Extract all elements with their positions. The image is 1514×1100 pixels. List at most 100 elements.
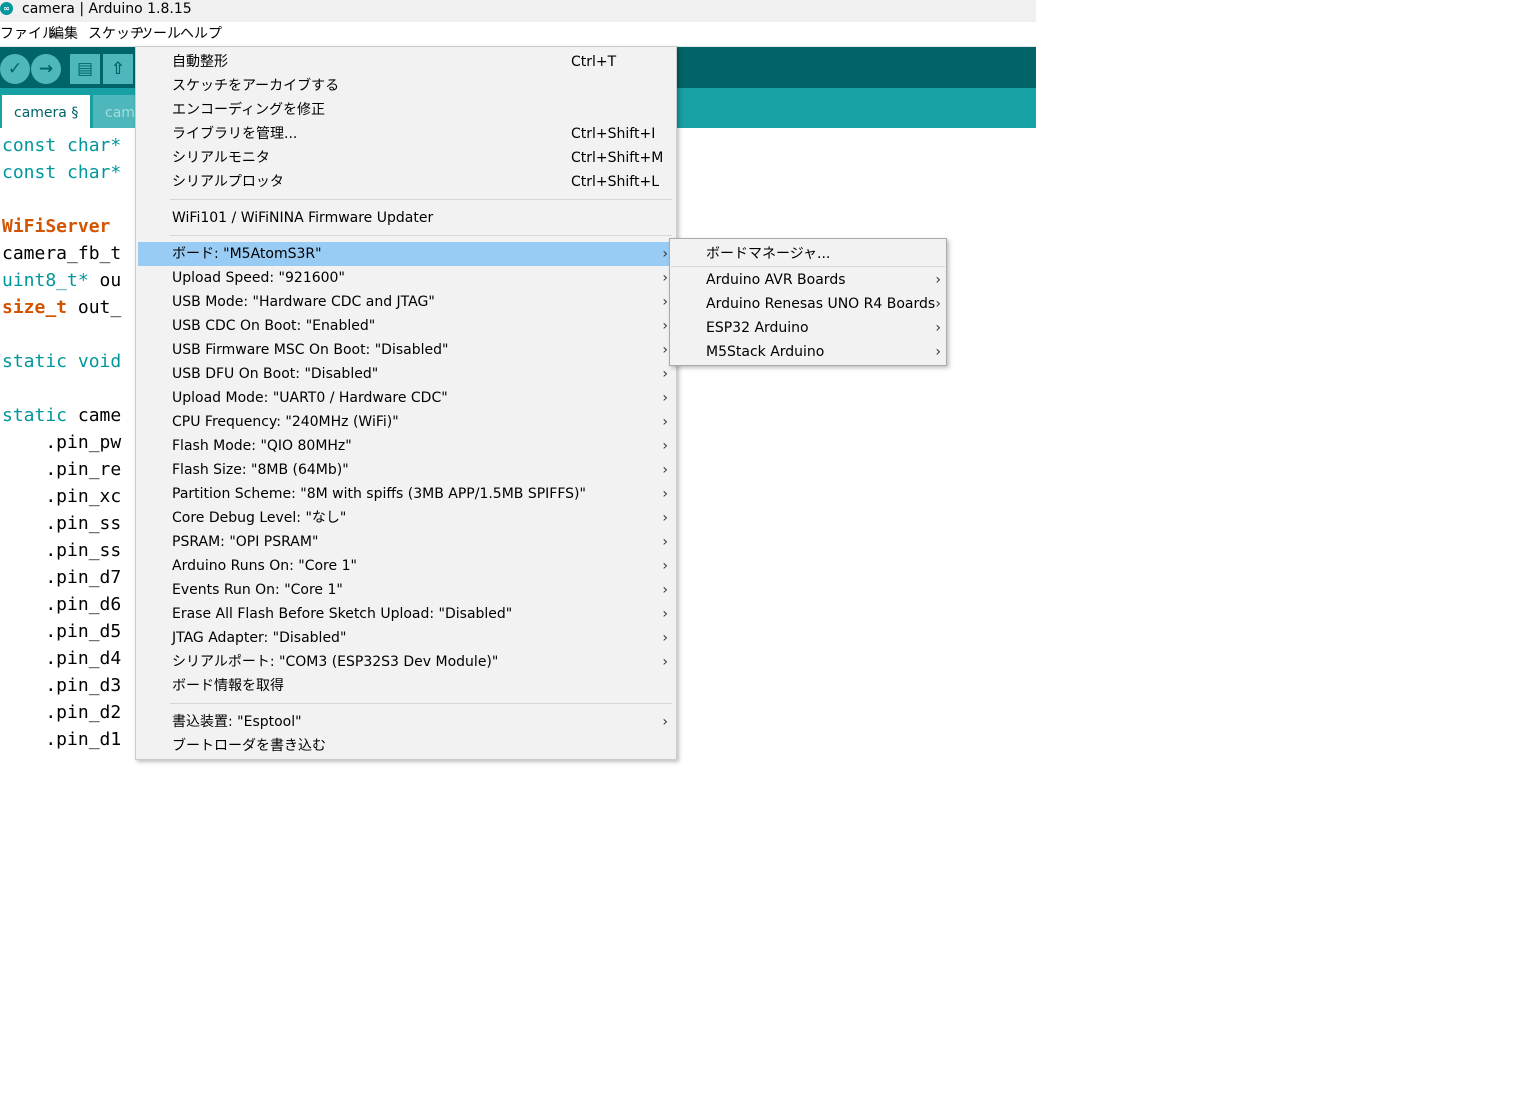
menu-item-psram-opi-psram[interactable]: PSRAM: "OPI PSRAM" › bbox=[138, 530, 674, 554]
code-token: .pin_d4 bbox=[2, 648, 122, 669]
menu-item-entry[interactable]: ボード情報を取得 bbox=[138, 674, 674, 698]
code-line: const char* bbox=[2, 162, 121, 184]
submenu-item-m5stack-arduino[interactable]: M5Stack Arduino › bbox=[671, 340, 945, 364]
submenu-item-arduino-avr-boards[interactable]: Arduino AVR Boards › bbox=[671, 268, 945, 292]
verify-button[interactable]: ✓ bbox=[0, 54, 30, 84]
menu-sketch[interactable]: スケッチ bbox=[88, 25, 144, 43]
menu-item-usb-firmware-msc-on-boot-disabled[interactable]: USB Firmware MSC On Boot: "Disabled" › bbox=[138, 338, 674, 362]
menu-item-upload-mode-uart0-hardware-cdc[interactable]: Upload Mode: "UART0 / Hardware CDC" › bbox=[138, 386, 674, 410]
code-line: .pin_d3 bbox=[2, 675, 121, 697]
chevron-right-icon: › bbox=[662, 414, 668, 430]
menu-edit[interactable]: 編集 bbox=[50, 25, 78, 43]
menu-item-usb-cdc-on-boot-enabled[interactable]: USB CDC On Boot: "Enabled" › bbox=[138, 314, 674, 338]
chevron-right-icon: › bbox=[935, 320, 941, 336]
menu-item-shortcut: Ctrl+Shift+I bbox=[571, 126, 656, 142]
chevron-right-icon: › bbox=[662, 438, 668, 454]
chevron-right-icon: › bbox=[662, 390, 668, 406]
code-token: camera_fb_t bbox=[2, 243, 122, 264]
open-arrow-up-icon: ⇧ bbox=[110, 59, 126, 79]
menu-item-partition-scheme-8m-with-spiffs-3mb-app-1-5mb-spiffs[interactable]: Partition Scheme: "8M with spiffs (3MB A… bbox=[138, 482, 674, 506]
chevron-right-icon: › bbox=[662, 630, 668, 646]
menu-item-label: Core Debug Level: "なし" bbox=[172, 510, 347, 526]
menu-item-entry[interactable]: ブートローダを書き込む bbox=[138, 734, 674, 758]
submenu-item-entry[interactable]: ボードマネージャ... bbox=[671, 242, 945, 266]
menu-item-label: USB DFU On Boot: "Disabled" bbox=[172, 366, 379, 382]
code-line: WiFiServer bbox=[2, 216, 110, 238]
menu-item-label: エンコーディングを修正 bbox=[172, 102, 326, 118]
chevron-right-icon: › bbox=[662, 294, 668, 310]
menu-item-usb-dfu-on-boot-disabled[interactable]: USB DFU On Boot: "Disabled" › bbox=[138, 362, 674, 386]
chevron-right-icon: › bbox=[662, 318, 668, 334]
menu-item-label: Upload Mode: "UART0 / Hardware CDC" bbox=[172, 390, 448, 406]
menu-item-label: Flash Size: "8MB (64Mb)" bbox=[172, 462, 349, 478]
submenu-item-label: ESP32 Arduino bbox=[706, 320, 809, 336]
code-line: .pin_d7 bbox=[2, 567, 121, 589]
menu-item-upload-speed-921600[interactable]: Upload Speed: "921600" › bbox=[138, 266, 674, 290]
menu-item-label: JTAG Adapter: "Disabled" bbox=[172, 630, 347, 646]
menu-item-m5atoms3r[interactable]: ボード: "M5AtomS3R" › bbox=[138, 242, 674, 266]
menu-help[interactable]: ヘルプ bbox=[180, 25, 222, 43]
menu-item-erase-all-flash-before-sketch-upload-disabled[interactable]: Erase All Flash Before Sketch Upload: "D… bbox=[138, 602, 674, 626]
menu-file[interactable]: ファイル bbox=[0, 25, 56, 43]
chevron-right-icon: › bbox=[662, 558, 668, 574]
menu-separator bbox=[170, 703, 672, 704]
code-line: .pin_d5 bbox=[2, 621, 121, 643]
new-sketch-button[interactable]: ▤ bbox=[70, 54, 100, 84]
menu-item-arduino-runs-on-core-1[interactable]: Arduino Runs On: "Core 1" › bbox=[138, 554, 674, 578]
menu-item-jtag-adapter-disabled[interactable]: JTAG Adapter: "Disabled" › bbox=[138, 626, 674, 650]
chevron-right-icon: › bbox=[935, 272, 941, 288]
menu-item-entry[interactable]: 自動整形 Ctrl+T bbox=[138, 50, 674, 74]
tab-camera[interactable]: camera § bbox=[2, 95, 91, 128]
code-token: .pin_d6 bbox=[2, 594, 122, 615]
menu-item-label: USB CDC On Boot: "Enabled" bbox=[172, 318, 376, 334]
menu-item-wifi101-wifinina-firmware-updater[interactable]: WiFi101 / WiFiNINA Firmware Updater bbox=[138, 206, 674, 230]
menu-item-label: 書込装置: "Esptool" bbox=[172, 714, 302, 730]
code-line: static came bbox=[2, 405, 121, 427]
menu-item-shortcut: Ctrl+T bbox=[571, 54, 617, 70]
menu-item-entry[interactable]: ライブラリを管理... Ctrl+Shift+I bbox=[138, 122, 674, 146]
arrow-right-icon: → bbox=[38, 59, 54, 79]
code-token: static void bbox=[2, 351, 122, 372]
chevron-right-icon: › bbox=[662, 366, 668, 382]
menu-item-usb-mode-hardware-cdc-and-jtag[interactable]: USB Mode: "Hardware CDC and JTAG" › bbox=[138, 290, 674, 314]
code-line: .pin_d4 bbox=[2, 648, 121, 670]
code-token: out_ bbox=[67, 297, 122, 318]
code-token: .pin_xc bbox=[2, 486, 122, 507]
upload-button[interactable]: → bbox=[31, 54, 61, 84]
menu-item-label: Arduino Runs On: "Core 1" bbox=[172, 558, 357, 574]
code-line: .pin_xc bbox=[2, 486, 121, 508]
board-submenu: ボードマネージャ... Arduino AVR Boards › Arduino Re… bbox=[669, 238, 947, 366]
code-token: size_t bbox=[2, 297, 68, 318]
code-line: .pin_d6 bbox=[2, 594, 121, 616]
menu-item-entry[interactable]: シリアルプロッタ Ctrl+Shift+L bbox=[138, 170, 674, 194]
submenu-item-arduino-renesas-uno-r4-boards[interactable]: Arduino Renesas UNO R4 Boards › bbox=[671, 292, 945, 316]
code-token: .pin_pw bbox=[2, 432, 122, 453]
menu-item-flash-size-8mb-64mb[interactable]: Flash Size: "8MB (64Mb)" › bbox=[138, 458, 674, 482]
menu-item-label: シリアルポート: "COM3 (ESP32S3 Dev Module)" bbox=[172, 654, 499, 670]
menu-item-entry[interactable]: スケッチをアーカイブする bbox=[138, 74, 674, 98]
menu-item-core-debug-level[interactable]: Core Debug Level: "なし" › bbox=[138, 506, 674, 530]
code-line: size_t out_ bbox=[2, 297, 121, 319]
menu-item-entry[interactable]: シリアルモニタ Ctrl+Shift+M bbox=[138, 146, 674, 170]
code-token: .pin_d1 bbox=[2, 729, 122, 750]
chevron-right-icon: › bbox=[662, 342, 668, 358]
menu-item-label: 自動整形 bbox=[172, 54, 228, 70]
code-token: static bbox=[2, 405, 68, 426]
menu-item-events-run-on-core-1[interactable]: Events Run On: "Core 1" › bbox=[138, 578, 674, 602]
code-line: camera_fb_t bbox=[2, 243, 121, 265]
menu-item-com3-esp32s3-dev-module[interactable]: シリアルポート: "COM3 (ESP32S3 Dev Module)" › bbox=[138, 650, 674, 674]
menu-item-cpu-frequency-240mhz-wifi[interactable]: CPU Frequency: "240MHz (WiFi)" › bbox=[138, 410, 674, 434]
window-title: camera | Arduino 1.8.15 bbox=[22, 1, 192, 17]
menu-item-esptool[interactable]: 書込装置: "Esptool" › bbox=[138, 710, 674, 734]
submenu-item-esp32-arduino[interactable]: ESP32 Arduino › bbox=[671, 316, 945, 340]
menu-tools[interactable]: ツール bbox=[139, 25, 181, 43]
menu-item-label: Erase All Flash Before Sketch Upload: "D… bbox=[172, 606, 513, 622]
menu-item-label: シリアルプロッタ bbox=[172, 174, 284, 190]
menu-item-entry[interactable]: エンコーディングを修正 bbox=[138, 98, 674, 122]
chevron-right-icon: › bbox=[662, 270, 668, 286]
open-sketch-button[interactable]: ⇧ bbox=[103, 54, 133, 84]
menu-item-label: WiFi101 / WiFiNINA Firmware Updater bbox=[172, 210, 434, 226]
code-token: .pin_re bbox=[2, 459, 122, 480]
menu-item-flash-mode-qio-80mhz[interactable]: Flash Mode: "QIO 80MHz" › bbox=[138, 434, 674, 458]
chevron-right-icon: › bbox=[662, 246, 668, 262]
